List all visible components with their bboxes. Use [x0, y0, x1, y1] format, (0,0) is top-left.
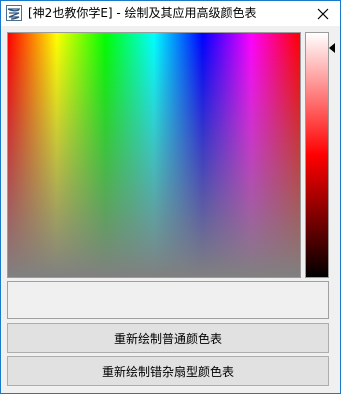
app-logo-icon: [6, 5, 22, 21]
redraw-normal-button[interactable]: 重新绘制普通颜色表: [7, 323, 329, 353]
color-preview: [7, 281, 329, 319]
close-button[interactable]: [306, 1, 340, 26]
window-title: [神2也教你学E] - 绘制及其应用高级颜色表: [28, 6, 257, 20]
title-bar[interactable]: [神2也教你学E] - 绘制及其应用高级颜色表: [1, 1, 340, 26]
triangle-left-icon[interactable]: [329, 43, 335, 53]
main-window: [神2也教你学E] - 绘制及其应用高级颜色表 重新绘制普通颜色表 重新绘制错杂…: [0, 0, 341, 394]
luminance-bar[interactable]: [305, 32, 329, 278]
close-icon: [317, 8, 329, 20]
redraw-fan-button[interactable]: 重新绘制错杂扇型颜色表: [7, 356, 329, 386]
color-palette[interactable]: [7, 32, 301, 278]
